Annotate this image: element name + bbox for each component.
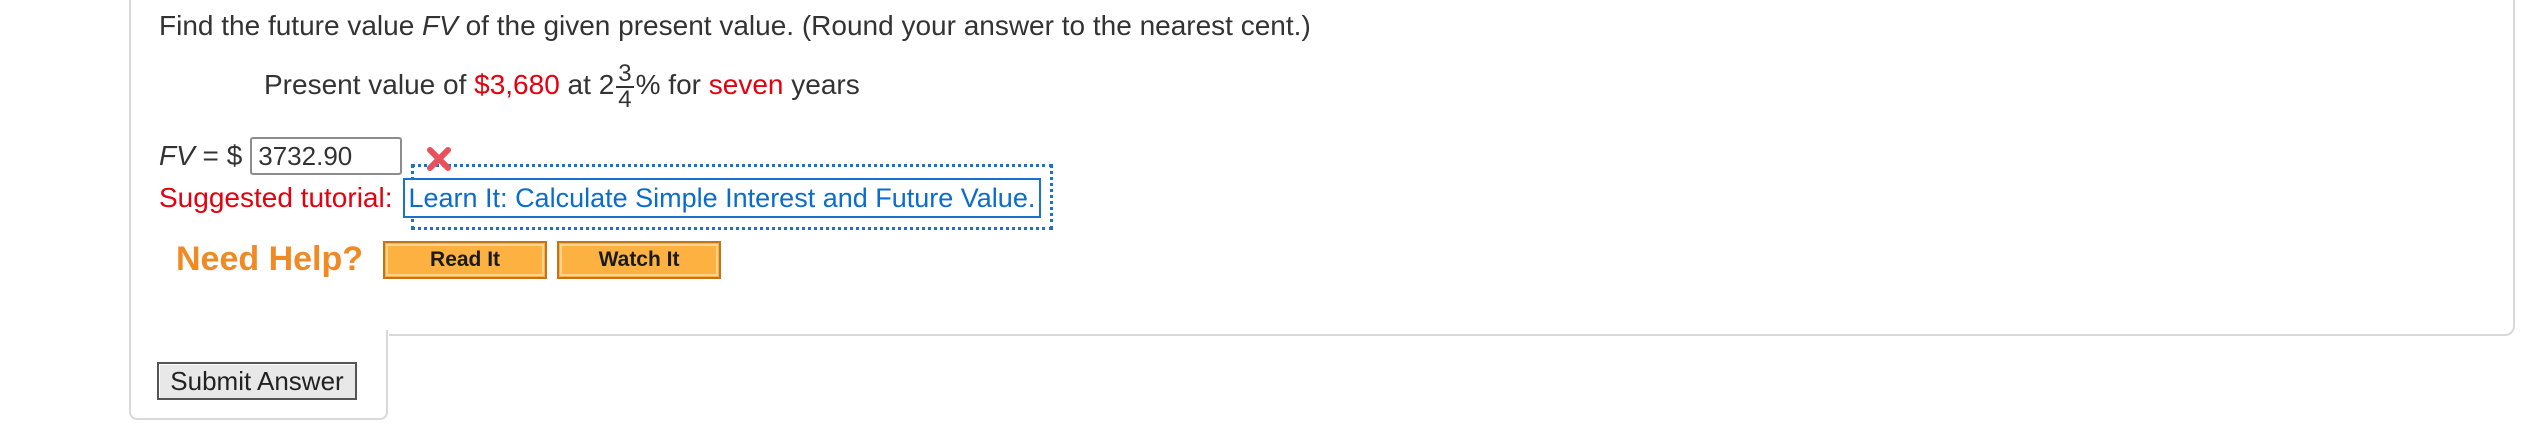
fv-answer-input[interactable]	[250, 137, 403, 175]
fv-label: FV	[159, 140, 195, 171]
need-help-label: Need Help?	[176, 240, 364, 278]
wrong-x-icon	[427, 147, 451, 171]
rate-whole: 2	[598, 69, 615, 100]
read-it-button[interactable]: Read It	[383, 240, 548, 279]
question-text: Find the future value FV of the given pr…	[159, 10, 1311, 41]
need-help-row: Need Help? Read It Watch It	[176, 240, 731, 279]
suggested-tutorial-label: Suggested tutorial:	[159, 182, 393, 213]
answer-row: FV = $	[159, 136, 403, 176]
tutorial-row: Suggested tutorial: Learn It: Calculate …	[159, 178, 1042, 218]
learn-it-link[interactable]: Learn It: Calculate Simple Interest and …	[402, 178, 1042, 218]
submit-answer-button[interactable]: Submit Answer	[157, 362, 357, 400]
duration: seven	[708, 69, 784, 100]
watch-it-button[interactable]: Watch It	[557, 240, 722, 279]
fv-symbol: FV	[422, 10, 458, 41]
present-value-line: Present value of $3,680 at 2 3 4 % for s…	[264, 60, 860, 113]
present-value-amount: $3,680	[474, 69, 560, 100]
rate-fraction: 3 4	[616, 60, 634, 113]
equals-dollar-label: = $	[194, 140, 243, 171]
